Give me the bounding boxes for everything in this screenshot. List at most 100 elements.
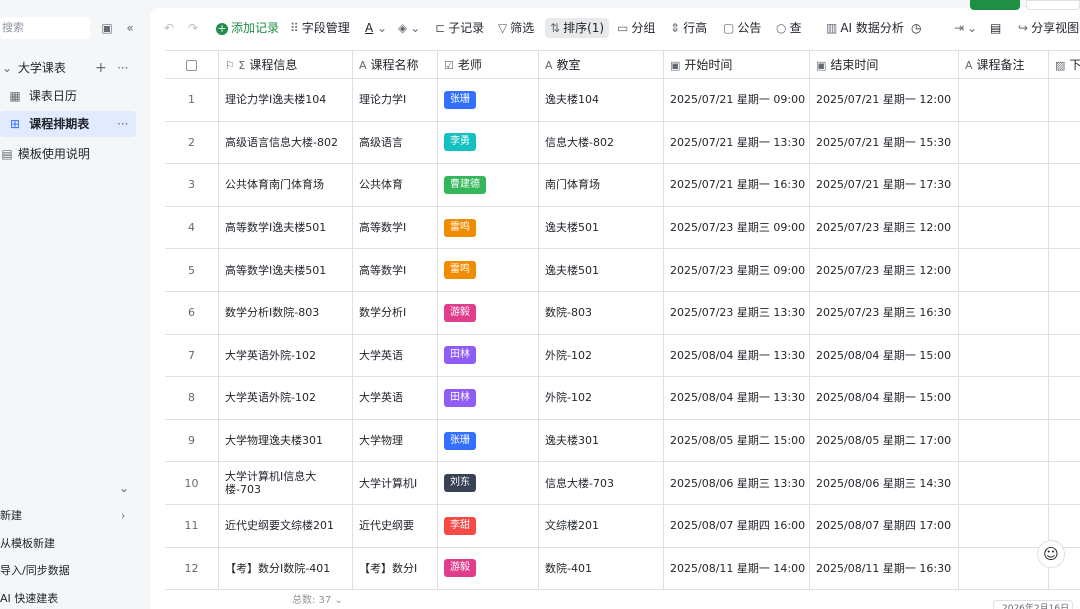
find-button[interactable]: ○ 查 xyxy=(776,18,802,38)
row-number[interactable]: 6 xyxy=(165,292,219,334)
assistant-avatar-icon[interactable]: ☺ xyxy=(1037,540,1065,568)
row-number[interactable]: 9 xyxy=(165,419,219,462)
cell-classroom[interactable]: 信息大楼-703 xyxy=(539,462,664,504)
add-icon[interactable]: + xyxy=(95,55,107,81)
sort-button[interactable]: ⇅ 排序(1) xyxy=(545,18,610,38)
row-number[interactable]: 4 xyxy=(165,206,219,249)
export-button[interactable]: ⇥ ⌄ xyxy=(954,18,980,38)
cell-teacher[interactable]: 李甜 xyxy=(438,505,539,547)
cell-notes[interactable] xyxy=(959,249,1049,291)
cell-course-name[interactable]: 高等数学I xyxy=(353,249,438,291)
cell-notes[interactable] xyxy=(959,419,1049,462)
table-row[interactable]: 11 近代史纲要文综楼201 近代史纲要 李甜 文综楼201 2025/08/07 星期四… xyxy=(165,505,1080,548)
cell-notes[interactable] xyxy=(959,377,1049,419)
cell-course-name[interactable]: 理论力学I xyxy=(353,79,438,121)
cell-end-time[interactable]: 2025/08/04 星期一 15:00 xyxy=(810,334,959,377)
cell-classroom[interactable]: 南门体育场 xyxy=(539,164,664,206)
row-number[interactable]: 11 xyxy=(165,505,219,547)
cell-end-time[interactable]: 2025/07/21 星期一 12:00 xyxy=(810,79,959,121)
cell-attachment[interactable] xyxy=(1049,207,1080,249)
cell-start-time[interactable]: 2025/08/11 星期一 14:00 xyxy=(664,547,810,590)
cell-course-info[interactable]: 大学物理逸夫楼301 xyxy=(219,419,353,462)
table-row[interactable]: 12 【考】数分I数院-401 【考】数分I 游毅 数院-401 2025/08/11 星… xyxy=(165,547,1080,591)
cell-teacher[interactable]: 游毅 xyxy=(438,292,539,334)
cell-classroom[interactable]: 逸夫楼104 xyxy=(539,79,664,121)
fill-color-button[interactable]: ◈ ⌄ xyxy=(398,18,423,38)
date-chip[interactable]: 2026年2月16日 xyxy=(993,600,1073,609)
chevron-down-icon[interactable]: ⌄ xyxy=(334,595,342,606)
cell-course-info[interactable]: 大学英语外院-102 xyxy=(219,334,353,377)
cell-attachment[interactable] xyxy=(1049,79,1080,121)
cell-attachment[interactable] xyxy=(1049,164,1080,206)
cell-attachment[interactable] xyxy=(1049,249,1080,291)
cell-classroom[interactable]: 数院-803 xyxy=(539,292,664,334)
sidebar-item-template-guide[interactable]: ▤ 模板使用说明 xyxy=(0,141,140,167)
cell-start-time[interactable]: 2025/07/23 星期三 13:30 xyxy=(664,292,810,334)
redo-icon[interactable]: ↷ xyxy=(188,18,198,38)
cell-course-info[interactable]: 理论力学I逸夫楼104 xyxy=(219,79,353,121)
cell-notes[interactable] xyxy=(959,121,1049,164)
table-row[interactable]: 10 大学计算机Ⅰ信息大楼-703 大学计算机Ⅰ 刘东 信息大楼-703 2025/08/… xyxy=(165,462,1080,505)
from-template-item[interactable]: 从模板新建 xyxy=(0,534,55,554)
cell-teacher[interactable]: 李勇 xyxy=(438,121,539,164)
cell-end-time[interactable]: 2025/07/21 星期一 15:30 xyxy=(810,121,959,164)
chevron-down-icon[interactable]: ⌄ xyxy=(0,55,14,81)
table-row[interactable]: 7 大学英语外院-102 大学英语 田林 外院-102 2025/08/04 星期一 13… xyxy=(165,334,1080,378)
select-all-cell[interactable] xyxy=(165,51,219,79)
field-manage-button[interactable]: ⠿ 字段管理 xyxy=(290,18,350,38)
cell-notes[interactable] xyxy=(959,505,1049,547)
cell-course-name[interactable]: 大学物理 xyxy=(353,419,438,462)
select-all-checkbox[interactable] xyxy=(186,60,197,71)
row-number[interactable]: 8 xyxy=(165,377,219,419)
cell-classroom[interactable]: 数院-401 xyxy=(539,547,664,590)
cell-course-name[interactable]: 【考】数分I xyxy=(353,547,438,590)
cell-attachment[interactable] xyxy=(1049,335,1080,377)
cell-course-info[interactable]: 【考】数分I数院-401 xyxy=(219,547,353,590)
cell-course-name[interactable]: 近代史纲要 xyxy=(353,505,438,547)
cell-teacher[interactable]: 张珊 xyxy=(438,419,539,462)
cell-course-info[interactable]: 数学分析I数院-803 xyxy=(219,292,353,334)
cell-notes[interactable] xyxy=(959,547,1049,590)
ai-analysis-button[interactable]: ▥ AI 数据分析 xyxy=(826,18,904,38)
cell-attachment[interactable] xyxy=(1049,122,1080,164)
column-header-teacher[interactable]: ☑ 老师 xyxy=(438,51,539,79)
cell-notes[interactable] xyxy=(959,292,1049,334)
group-button[interactable]: ▭ 分组 xyxy=(617,18,655,38)
cell-start-time[interactable]: 2025/07/21 星期一 09:00 xyxy=(664,79,810,121)
cell-course-info[interactable]: 大学英语外院-102 xyxy=(219,377,353,419)
cell-notes[interactable] xyxy=(959,206,1049,249)
table-row[interactable]: 5 高等数学I逸夫楼501 高等数学I 雷鸣 逸夫楼501 2025/07/23 星期三 … xyxy=(165,249,1080,292)
cell-classroom[interactable]: 信息大楼-802 xyxy=(539,121,664,164)
cell-course-name[interactable]: 公共体育 xyxy=(353,164,438,206)
cell-course-name[interactable]: 高级语言 xyxy=(353,121,438,164)
cell-classroom[interactable]: 外院-102 xyxy=(539,377,664,419)
new-item[interactable]: 新建 › xyxy=(0,506,135,526)
cell-course-name[interactable]: 数学分析I xyxy=(353,292,438,334)
sidebar-item-calendar[interactable]: ▦ 课表日历 xyxy=(0,83,140,109)
cell-notes[interactable] xyxy=(959,462,1049,504)
cell-start-time[interactable]: 2025/08/04 星期一 13:30 xyxy=(664,334,810,377)
cell-end-time[interactable]: 2025/07/23 星期三 12:00 xyxy=(810,206,959,249)
cell-classroom[interactable]: 文综楼201 xyxy=(539,505,664,547)
cell-teacher[interactable]: 刘东 xyxy=(438,462,539,504)
cell-classroom[interactable]: 逸夫楼501 xyxy=(539,249,664,291)
cell-notes[interactable] xyxy=(959,79,1049,121)
collapse-panel-icon[interactable]: ▣ xyxy=(99,20,115,36)
form-icon[interactable]: ▤ xyxy=(990,18,1001,38)
table-row[interactable]: 3 公共体育南门体育场 公共体育 曹建德 南门体育场 2025/07/21 星期一 16:… xyxy=(165,164,1080,207)
ai-quick-table-item[interactable]: AI 快速建表 xyxy=(0,589,58,609)
cell-course-info[interactable]: 高级语言信息大楼-802 xyxy=(219,121,353,164)
row-number[interactable]: 12 xyxy=(165,547,219,590)
cell-start-time[interactable]: 2025/07/21 星期一 13:30 xyxy=(664,121,810,164)
cell-classroom[interactable]: 外院-102 xyxy=(539,334,664,377)
cell-course-info[interactable]: 公共体育南门体育场 xyxy=(219,164,353,206)
cell-start-time[interactable]: 2025/07/21 星期一 16:30 xyxy=(664,164,810,206)
cell-end-time[interactable]: 2025/07/23 星期三 16:30 xyxy=(810,292,959,334)
column-header-course-name[interactable]: A 课程名称 xyxy=(353,51,438,79)
table-row[interactable]: 8 大学英语外院-102 大学英语 田林 外院-102 2025/08/04 星期一 13… xyxy=(165,377,1080,420)
column-header-start-time[interactable]: ▣ 开始时间 xyxy=(664,51,810,79)
cell-start-time[interactable]: 2025/07/23 星期三 09:00 xyxy=(664,249,810,291)
history-icon[interactable]: ◷ xyxy=(911,18,921,38)
filter-button[interactable]: ▽ 筛选 xyxy=(498,18,534,38)
cell-teacher[interactable]: 田林 xyxy=(438,334,539,377)
